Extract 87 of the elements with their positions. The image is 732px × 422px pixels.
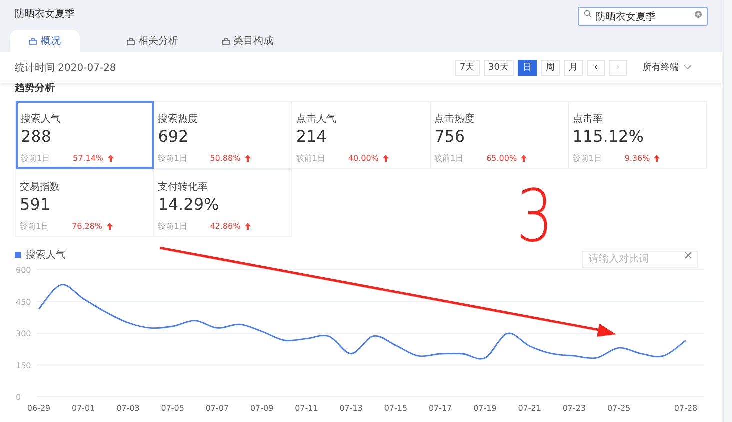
metric-value: 591 — [20, 195, 52, 214]
metric-card[interactable]: 点击人气 214 较前1日 40.00% — [292, 101, 431, 169]
up-arrow-icon — [108, 155, 114, 162]
terminal-dropdown[interactable]: 所有终端 — [643, 61, 692, 74]
change-percent: 9.36% — [624, 154, 650, 163]
axis-label: 150 — [16, 361, 32, 370]
compare-label: 较前1日 — [296, 153, 326, 164]
stat-time: 统计时间 2020-07-28 — [15, 62, 116, 74]
axis-label: 300 — [16, 330, 32, 338]
page-title: 防晒衣女夏季 — [15, 8, 75, 21]
scrollbar[interactable] — [723, 0, 732, 422]
handwritten-mark: 3 — [516, 180, 554, 252]
tab[interactable]: 概况 — [10, 30, 80, 52]
metric-value: 115.12% — [572, 127, 645, 146]
metric-label: 点击热度 — [434, 112, 476, 126]
axis-label: 07-03 — [116, 404, 140, 413]
compare-label: 较前1日 — [158, 221, 188, 232]
axis-label: 0 — [16, 393, 22, 402]
bag-icon — [222, 38, 230, 44]
metric-value: 756 — [434, 127, 466, 146]
clear-icon[interactable] — [695, 10, 702, 18]
axis-label: 07-28 — [674, 404, 698, 413]
legend-swatch — [15, 252, 21, 258]
axis-label: 07-11 — [295, 404, 318, 413]
axis-label: 07-17 — [428, 404, 452, 413]
metric-label: 点击人气 — [296, 112, 338, 126]
metric-label: 支付转化率 — [158, 180, 210, 194]
search-icon — [584, 10, 592, 18]
metric-card[interactable]: 交易指数 591 较前1日 76.28% — [16, 169, 154, 237]
up-arrow-icon — [654, 155, 660, 162]
compare-label: 较前1日 — [158, 153, 188, 164]
up-arrow-icon — [382, 155, 389, 162]
metric-card[interactable]: 支付转化率 14.29% 较前1日 42.86% — [154, 169, 292, 237]
change-percent: 57.14% — [73, 154, 104, 163]
bag-icon — [126, 38, 134, 44]
axis-label: 06-29 — [27, 404, 51, 413]
compare-label: 较前1日 — [572, 153, 603, 164]
metric-card[interactable]: 点击率 115.12% 较前1日 9.36% — [568, 101, 707, 169]
axis-label: 07-09 — [250, 404, 274, 413]
axis-label: 450 — [16, 298, 32, 307]
metric-value: 214 — [296, 127, 328, 146]
up-arrow-icon — [244, 223, 251, 230]
metric-card[interactable]: 点击热度 756 较前1日 65.00% — [430, 101, 569, 169]
change-percent: 50.88% — [210, 154, 241, 163]
axis-label: 07-15 — [384, 404, 408, 413]
tab[interactable]: 相关分析 — [105, 30, 200, 52]
change-percent: 65.00% — [486, 154, 518, 163]
axis-label: 07-07 — [206, 404, 230, 413]
metric-value: 288 — [21, 127, 53, 146]
range-button[interactable]: 日 — [518, 60, 537, 76]
metric-card[interactable]: 搜索热度 692 较前1日 50.88% — [154, 101, 292, 169]
change-percent: 42.86% — [210, 222, 241, 231]
close-icon[interactable] — [685, 252, 692, 258]
axis-label: 07-19 — [474, 404, 497, 413]
up-arrow-icon — [521, 155, 528, 162]
axis-label: 07-05 — [161, 404, 184, 413]
metric-value: 692 — [158, 127, 190, 146]
chevron-down-icon — [684, 65, 692, 70]
tab[interactable]: 类目构成 — [200, 30, 295, 52]
compare-field[interactable]: 请输入对比词 — [582, 250, 698, 268]
metric-label: 点击率 — [572, 112, 604, 126]
range-button[interactable]: 7天 — [454, 60, 480, 76]
prev-button[interactable]: ‹ — [587, 60, 605, 76]
metric-label: 搜索人气 — [21, 112, 62, 126]
range-button[interactable]: 周 — [541, 60, 560, 76]
axis-label: 07-13 — [340, 404, 363, 413]
axis-label: 07-23 — [562, 404, 586, 413]
change-percent: 76.28% — [72, 222, 103, 231]
metric-value: 14.29% — [158, 195, 220, 214]
axis-label: 07-25 — [607, 404, 631, 413]
change-percent: 40.00% — [348, 154, 379, 163]
metric-label: 交易指数 — [20, 180, 61, 194]
search-field[interactable]: 防晒衣女夏季 — [578, 7, 708, 26]
range-button[interactable]: 30天 — [484, 60, 514, 76]
axis-label: 07-21 — [518, 404, 542, 413]
metric-label: 搜索热度 — [158, 112, 200, 126]
up-arrow-icon — [106, 223, 113, 230]
compare-label: 较前1日 — [21, 153, 52, 164]
bag-icon — [29, 38, 37, 44]
up-arrow-icon — [244, 155, 251, 162]
legend-label: 搜索人气 — [26, 248, 66, 262]
compare-label: 较前1日 — [434, 153, 465, 164]
compare-label: 较前1日 — [20, 221, 50, 232]
range-button[interactable]: 月 — [564, 60, 583, 76]
metric-card[interactable]: 搜索人气 288 较前1日 57.14% — [16, 101, 154, 169]
axis-label: 07-01 — [72, 404, 96, 413]
axis-label: 600 — [16, 266, 32, 275]
